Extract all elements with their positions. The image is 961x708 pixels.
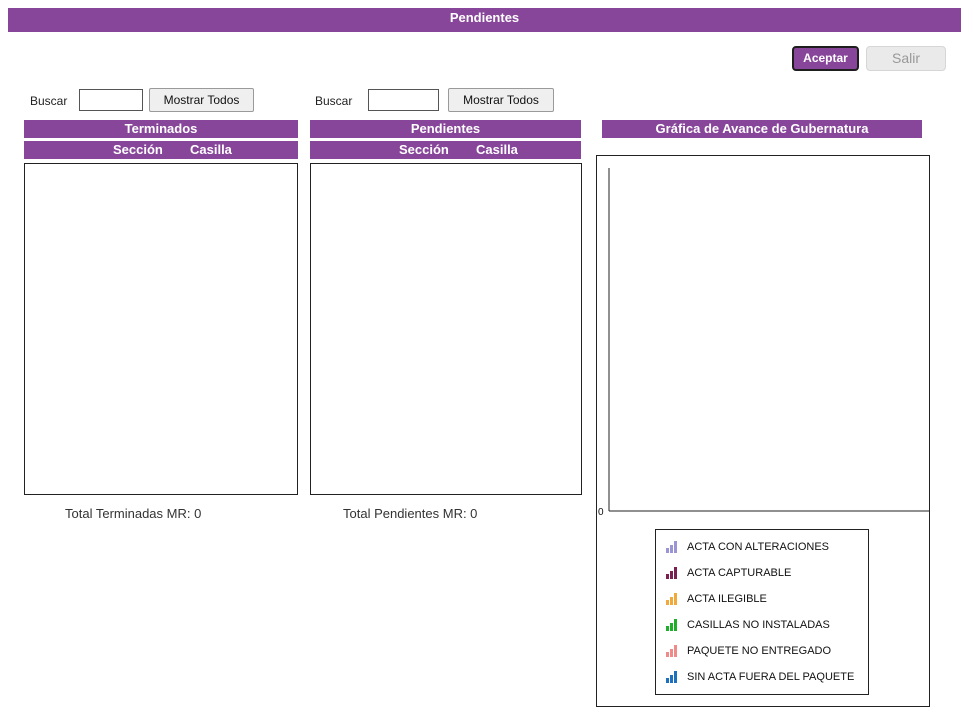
terminados-show-all-button[interactable]: Mostrar Todos xyxy=(149,88,254,112)
accept-button[interactable]: Aceptar xyxy=(792,46,859,71)
terminados-col-casilla[interactable]: Casilla xyxy=(190,141,232,158)
legend-label: SIN ACTA FUERA DEL PAQUETE xyxy=(687,671,855,683)
page-title: Pendientes xyxy=(8,8,961,32)
terminados-search-label: Buscar xyxy=(30,94,68,108)
legend-item-sin-acta-fuera-del-paquete[interactable]: SIN ACTA FUERA DEL PAQUETE xyxy=(666,668,854,686)
bar-chart-icon xyxy=(666,593,677,605)
pendientes-search-label: Buscar xyxy=(315,94,353,108)
terminados-col-seccion[interactable]: Sección xyxy=(113,141,163,158)
legend-label: PAQUETE NO ENTREGADO xyxy=(687,645,832,657)
terminados-search-input[interactable] xyxy=(79,89,143,111)
pendientes-title: Pendientes xyxy=(310,120,581,138)
chart-legend: ACTA CON ALTERACIONES ACTA CAPTURABLE AC… xyxy=(655,529,869,695)
legend-label: CASILLAS NO INSTALADAS xyxy=(687,619,830,631)
legend-item-acta-con-alteraciones[interactable]: ACTA CON ALTERACIONES xyxy=(666,538,829,556)
pendientes-col-casilla[interactable]: Casilla xyxy=(476,141,518,158)
chart-title: Gráfica de Avance de Gubernatura xyxy=(602,120,922,138)
pendientes-col-seccion[interactable]: Sección xyxy=(399,141,449,158)
bar-chart-icon xyxy=(666,567,677,579)
terminados-list[interactable] xyxy=(24,163,298,495)
bar-chart-icon xyxy=(666,645,677,657)
terminados-total: Total Terminadas MR: 0 xyxy=(65,506,202,521)
y-tick-label-0: 0 xyxy=(598,507,604,518)
legend-item-casillas-no-instaladas[interactable]: CASILLAS NO INSTALADAS xyxy=(666,616,830,634)
bar-chart-icon xyxy=(666,619,677,631)
pendientes-total: Total Pendientes MR: 0 xyxy=(343,506,478,521)
pendientes-column-header: Sección Casilla xyxy=(310,141,581,159)
legend-label: ACTA ILEGIBLE xyxy=(687,593,767,605)
bar-chart-icon xyxy=(666,541,677,553)
pendientes-list[interactable] xyxy=(310,163,582,495)
pendientes-show-all-button[interactable]: Mostrar Todos xyxy=(448,88,554,112)
legend-label: ACTA CON ALTERACIONES xyxy=(687,541,830,553)
legend-label: ACTA CAPTURABLE xyxy=(687,567,792,579)
legend-item-paquete-no-entregado[interactable]: PAQUETE NO ENTREGADO xyxy=(666,642,831,660)
exit-button[interactable]: Salir xyxy=(866,46,946,71)
bar-chart-icon xyxy=(666,671,677,683)
terminados-column-header: Sección Casilla xyxy=(24,141,298,159)
legend-item-acta-capturable[interactable]: ACTA CAPTURABLE xyxy=(666,564,791,582)
pendientes-search-input[interactable] xyxy=(368,89,439,111)
terminados-title: Terminados xyxy=(24,120,298,138)
legend-item-acta-ilegible[interactable]: ACTA ILEGIBLE xyxy=(666,590,767,608)
